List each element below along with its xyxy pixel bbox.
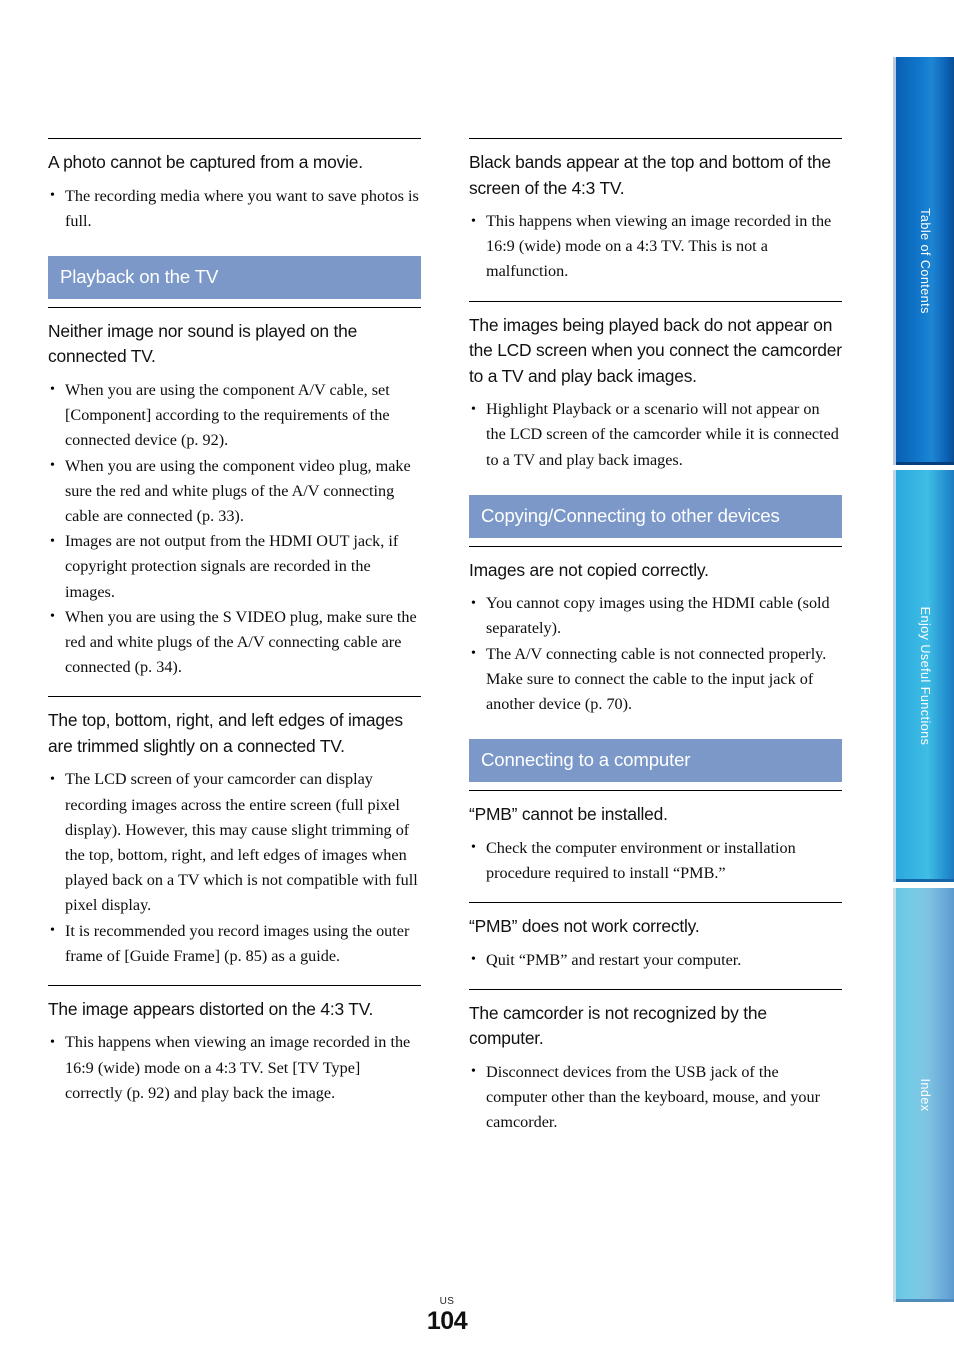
symptom-heading: A photo cannot be captured from a movie.: [48, 152, 363, 172]
cause-list-item: Check the computer environment or instal…: [469, 835, 842, 886]
symptom-heading: The image appears distorted on the 4:3 T…: [48, 998, 374, 1019]
section-divider: [48, 138, 421, 139]
cause-list-item: Quit “PMB” and restart your computer.: [469, 947, 842, 973]
cause-list: You cannot copy images using the HDMI ca…: [469, 591, 842, 717]
cause-list-item: Highlight Playback or a scenario will no…: [469, 397, 842, 473]
page-columns: A photo cannot be captured from a movie.…: [48, 138, 842, 1151]
right-column: Black bands appear at the top and bottom…: [469, 138, 842, 1151]
side-tab-navigation: Table of Contents Enjoy Useful Functions…: [893, 57, 954, 1302]
symptom-heading: Black bands appear at the top and bottom…: [469, 152, 831, 198]
cause-list-item: The recording media where you want to sa…: [48, 183, 421, 234]
cause-list-item: This happens when viewing an image recor…: [469, 209, 842, 285]
cause-list: Highlight Playback or a scenario will no…: [469, 397, 842, 473]
symptom-heading: Neither image nor sound is played on the…: [48, 320, 358, 367]
region-code: US: [439, 1296, 455, 1307]
sidebar-tab-enjoy-useful-functions[interactable]: Enjoy Useful Functions: [893, 470, 954, 882]
page-footer: US 104: [0, 1296, 894, 1335]
sidebar-tab-label: Index: [918, 1078, 932, 1112]
section-divider: [469, 902, 842, 904]
symptom-heading: The camcorder is not recognized by the c…: [469, 1002, 767, 1049]
cause-list-item: When you are using the component A/V cab…: [48, 377, 421, 454]
left-column: A photo cannot be captured from a movie.…: [48, 138, 421, 1122]
symptom-heading: “PMB” does not work correctly.: [469, 916, 700, 937]
section-divider: [469, 988, 842, 990]
symptom-heading: Images are not copied correctly.: [469, 559, 709, 580]
page-number: 104: [426, 1307, 468, 1335]
section-divider: [469, 138, 842, 139]
cause-list-item: It is recommended you record images usin…: [48, 918, 421, 969]
cause-list: This happens when viewing an image recor…: [469, 209, 842, 285]
cause-list-item: The LCD screen of your camcorder can dis…: [48, 767, 421, 918]
section-header-bar: Connecting to a computer: [469, 739, 842, 783]
cause-list: When you are using the component A/V cab…: [48, 377, 421, 681]
section-divider: [48, 984, 421, 986]
cause-list: The recording media where you want to sa…: [48, 183, 421, 234]
cause-list: Check the computer environment or instal…: [469, 835, 842, 886]
cause-list-item: When you are using the component video p…: [48, 453, 421, 530]
cause-list: Disconnect devices from the USB jack of …: [469, 1059, 842, 1136]
section-divider: [48, 306, 421, 308]
cause-list: The LCD screen of your camcorder can dis…: [48, 767, 421, 969]
cause-list-item: When you are using the S VIDEO plug, mak…: [48, 604, 421, 681]
sidebar-tab-table-of-contents[interactable]: Table of Contents: [893, 57, 954, 465]
sidebar-tab-label: Table of Contents: [918, 208, 932, 314]
section-divider: [469, 545, 842, 547]
section-header-bar: Copying/Connecting to other devices: [469, 494, 842, 538]
cause-list-item: Images are not output from the HDMI OUT …: [48, 529, 421, 605]
cause-list: This happens when viewing an image recor…: [48, 1030, 421, 1106]
cause-list-item: You cannot copy images using the HDMI ca…: [469, 591, 842, 641]
symptom-heading: The images being played back do not appe…: [469, 314, 842, 386]
symptom-heading: The top, bottom, right, and left edges o…: [48, 710, 403, 756]
section-divider: [469, 790, 842, 792]
section-divider: [469, 300, 842, 302]
cause-list-item: The A/V connecting cable is not connecte…: [469, 641, 842, 718]
symptom-heading: “PMB” cannot be installed.: [469, 804, 668, 825]
sidebar-tab-index[interactable]: Index: [893, 888, 954, 1302]
manual-page: A photo cannot be captured from a movie.…: [0, 0, 954, 1357]
cause-list-item: Disconnect devices from the USB jack of …: [469, 1059, 842, 1136]
cause-list-item: This happens when viewing an image recor…: [48, 1030, 421, 1106]
section-header-bar: Playback on the TV: [48, 255, 421, 299]
cause-list: Quit “PMB” and restart your computer.: [469, 947, 842, 973]
section-divider: [48, 696, 421, 698]
sidebar-tab-label: Enjoy Useful Functions: [918, 606, 932, 746]
